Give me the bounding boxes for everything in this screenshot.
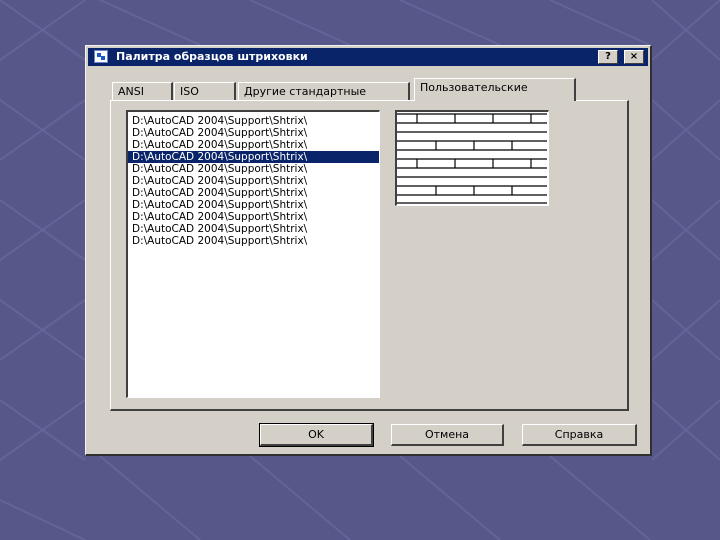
list-item[interactable]: D:\AutoCAD 2004\Support\Shtrix\ xyxy=(128,223,379,235)
list-item[interactable]: D:\AutoCAD 2004\Support\Shtrix\ xyxy=(128,187,379,199)
tab-ansi[interactable]: ANSI xyxy=(112,82,173,101)
pattern-file-list[interactable]: D:\AutoCAD 2004\Support\Shtrix\ D:\AutoC… xyxy=(126,110,380,398)
list-item[interactable]: D:\AutoCAD 2004\Support\Shtrix\ xyxy=(128,127,379,139)
hatch-palette-dialog: Палитра образцов штриховки ? × ANSI ISO … xyxy=(85,45,652,456)
list-item[interactable]: D:\AutoCAD 2004\Support\Shtrix\ xyxy=(128,175,379,187)
list-item[interactable]: D:\AutoCAD 2004\Support\Shtrix\ xyxy=(128,199,379,211)
list-item[interactable]: D:\AutoCAD 2004\Support\Shtrix\ xyxy=(128,163,379,175)
cancel-button[interactable]: Отмена xyxy=(391,424,504,446)
help-icon[interactable]: ? xyxy=(598,50,618,64)
app-icon xyxy=(94,50,108,63)
close-icon[interactable]: × xyxy=(624,50,644,64)
ok-button[interactable]: OK xyxy=(259,423,374,447)
hatch-pattern-preview[interactable] xyxy=(395,110,549,206)
tab-other-standard[interactable]: Другие стандартные xyxy=(238,82,410,101)
list-item-selected[interactable]: D:\AutoCAD 2004\Support\Shtrix\ xyxy=(128,151,379,163)
brick-hatch-pattern xyxy=(397,113,547,204)
help-button[interactable]: Справка xyxy=(522,424,637,446)
tab-iso[interactable]: ISO xyxy=(174,82,236,101)
list-item[interactable]: D:\AutoCAD 2004\Support\Shtrix\ xyxy=(128,211,379,223)
list-item[interactable]: D:\AutoCAD 2004\Support\Shtrix\ xyxy=(128,235,379,247)
title-bar[interactable]: Палитра образцов штриховки ? × xyxy=(88,48,648,66)
tab-user-defined[interactable]: Пользовательские xyxy=(414,78,576,101)
list-item[interactable]: D:\AutoCAD 2004\Support\Shtrix\ xyxy=(128,139,379,151)
list-item[interactable]: D:\AutoCAD 2004\Support\Shtrix\ xyxy=(128,115,379,127)
dialog-title: Палитра образцов штриховки xyxy=(116,50,308,63)
